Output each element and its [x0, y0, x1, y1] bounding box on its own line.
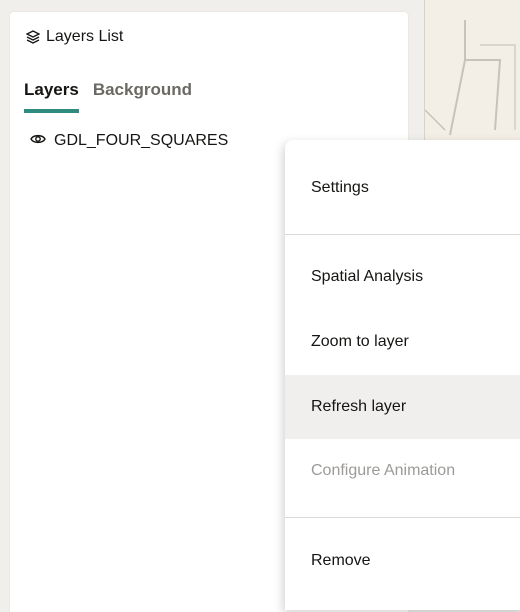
- layer-name: GDL_FOUR_SQUARES: [54, 132, 229, 149]
- eye-icon[interactable]: [30, 132, 46, 150]
- tab-bar: Layers Background: [24, 76, 192, 113]
- panel-header: Layers List: [26, 28, 123, 46]
- layer-item[interactable]: GDL_FOUR_SQUARES: [30, 132, 228, 150]
- layer-context-menu: Settings Spatial Analysis Zoom to layer …: [285, 140, 520, 610]
- menu-divider: [285, 234, 520, 235]
- tab-background[interactable]: Background: [93, 76, 192, 113]
- menu-item-zoom-to-layer[interactable]: Zoom to layer: [285, 310, 520, 374]
- menu-item-settings[interactable]: Settings: [285, 156, 520, 220]
- menu-item-spatial-analysis[interactable]: Spatial Analysis: [285, 245, 520, 309]
- menu-divider: [285, 517, 520, 518]
- panel-title: Layers List: [46, 28, 124, 45]
- tab-layers[interactable]: Layers: [24, 76, 79, 113]
- layers-icon: [26, 30, 40, 44]
- menu-item-refresh-layer[interactable]: Refresh layer: [285, 375, 520, 439]
- menu-item-remove[interactable]: Remove: [285, 529, 520, 593]
- menu-item-configure-animation: Configure Animation: [311, 462, 456, 479]
